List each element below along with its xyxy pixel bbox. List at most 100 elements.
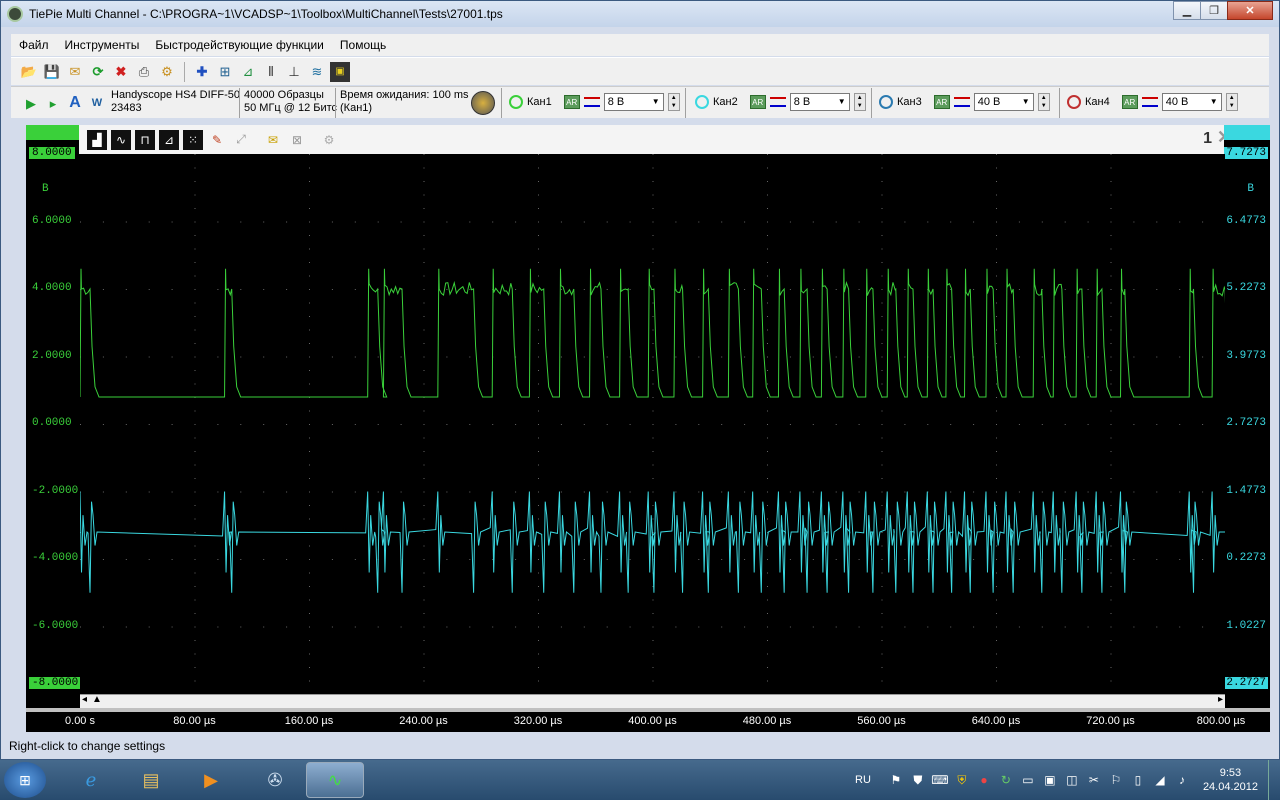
channel-2-axis-band: [1224, 125, 1270, 140]
channel-1-range-select[interactable]: 8 В: [603, 93, 664, 111]
channel-1-group: Кан1 AR 8 В ▲▼: [509, 93, 680, 111]
time-tick-label: 240.00 µs: [399, 715, 448, 727]
menu-tools[interactable]: Инструменты: [57, 38, 148, 52]
tools-icon[interactable]: ✂: [1086, 772, 1102, 788]
shield-icon[interactable]: ⛨: [954, 772, 970, 788]
menu-help[interactable]: Помощь: [332, 38, 394, 52]
start-icon[interactable]: ▶: [21, 93, 41, 113]
channel-2-label: Кан2: [713, 95, 738, 108]
menu-file[interactable]: Файл: [11, 38, 57, 52]
right-y-axis[interactable]: 7.7273 6.4773 5.2273 3.9773 2.7273 1.4773 0.22…: [1217, 125, 1270, 708]
single-shot-icon[interactable]: ▸: [43, 93, 63, 113]
channel-2-range-select[interactable]: 8 В: [789, 93, 850, 111]
channel-4-icon[interactable]: [1067, 95, 1081, 109]
time-axis[interactable]: 0.00 s 80.00 µs 160.00 µs 240.00 µs 320.00 µ…: [26, 712, 1270, 732]
scope-plot[interactable]: [80, 154, 1225, 694]
channel-2-range-spinner[interactable]: ▲ ▼: [853, 93, 866, 111]
step-icon[interactable]: ⊿: [159, 129, 179, 150]
close-icon: ✕: [1245, 5, 1255, 17]
scroll-left-icon[interactable]: ◂: [82, 694, 87, 705]
trigger-settings[interactable]: Время ожидания: 100 ms (Кан1): [340, 89, 469, 115]
signal-icon[interactable]: ◢: [1152, 772, 1168, 788]
start-button[interactable]: ⊞: [4, 762, 46, 798]
scroll-right-icon[interactable]: ▸: [1218, 694, 1223, 705]
waveform-icon[interactable]: ∿: [111, 129, 131, 150]
taskbar-media-button[interactable]: ▶: [182, 762, 240, 798]
monitor-icon[interactable]: ▭: [1020, 772, 1036, 788]
delete-icon[interactable]: ✖: [111, 62, 131, 82]
title-bar[interactable]: TiePie Multi Channel - C:\PROGRA~1\VCADS…: [1, 1, 1279, 27]
channel-1-coupling-icon[interactable]: [583, 97, 600, 107]
security-icon[interactable]: ●: [976, 772, 992, 788]
horizontal-scrollbar[interactable]: ◂ ▲ ▸: [80, 694, 1225, 708]
channel-4-autorange-button[interactable]: AR: [1121, 95, 1138, 109]
channel-4-label: Кан4: [1085, 95, 1110, 108]
channel-2-coupling-icon[interactable]: [769, 97, 786, 107]
grid-icon[interactable]: ⁙: [183, 129, 203, 150]
show-desktop-button[interactable]: [1268, 760, 1280, 800]
channel-2-autorange-button[interactable]: AR: [749, 95, 766, 109]
cross-disabled-icon[interactable]: ⊠: [287, 130, 307, 150]
meter-icon[interactable]: ≋: [307, 62, 327, 82]
window-icon[interactable]: ◫: [1064, 772, 1080, 788]
fft-icon[interactable]: ⊥: [284, 62, 304, 82]
display-icon[interactable]: ▣: [330, 61, 350, 82]
cursor-mode-icon[interactable]: ▟: [87, 129, 107, 150]
instrument-icon[interactable]: W: [87, 93, 107, 113]
taskbar-explorer-button[interactable]: ▤: [122, 762, 180, 798]
save-icon[interactable]: 💾: [42, 62, 62, 82]
flag-icon[interactable]: ⚐: [1108, 772, 1124, 788]
label-icon[interactable]: ✉: [263, 130, 283, 150]
pencil-icon[interactable]: ✎: [207, 130, 227, 150]
taskbar-app-button[interactable]: ✇: [246, 762, 304, 798]
channel-1-autorange-button[interactable]: AR: [563, 95, 580, 109]
sync-icon[interactable]: ↻: [998, 772, 1014, 788]
auto-icon[interactable]: A: [65, 93, 85, 113]
usb-icon[interactable]: ⛊: [910, 772, 926, 788]
trigger-knob-icon[interactable]: [471, 91, 495, 115]
display-icon[interactable]: ▣: [1042, 772, 1058, 788]
taskbar-ie-button[interactable]: ℯ: [62, 762, 120, 798]
refresh-icon[interactable]: ⟳: [88, 62, 108, 82]
volume-icon[interactable]: ♪: [1174, 772, 1190, 788]
channel-1-range-spinner[interactable]: ▲ ▼: [667, 93, 680, 111]
time-tick-label: 480.00 µs: [742, 715, 792, 727]
resize-icon[interactable]: ⤢: [231, 130, 251, 150]
scope-yt-icon[interactable]: ⊞: [215, 62, 235, 82]
maximize-button[interactable]: ❐: [1200, 1, 1228, 20]
channel-3-icon[interactable]: [879, 95, 893, 109]
scope-spectrum-icon[interactable]: ⫴: [261, 62, 281, 82]
acquisition-settings[interactable]: 40000 Образцы 50 МГц @ 12 Битс: [244, 89, 337, 115]
channel-4-range-spinner[interactable]: ▲ ▼: [1225, 93, 1238, 111]
menu-quick-functions[interactable]: Быстродействующие функции: [147, 38, 332, 52]
settings-disabled-icon[interactable]: ⚙: [319, 130, 339, 150]
close-button[interactable]: ✕: [1227, 1, 1273, 20]
restore-icon: ❐: [1209, 5, 1219, 17]
mail-icon[interactable]: ✉: [65, 62, 85, 82]
battery-icon[interactable]: ▯: [1130, 772, 1146, 788]
taskbar-tiepie-button[interactable]: ∿: [306, 762, 364, 798]
scope-xy-icon[interactable]: ⊿: [238, 62, 258, 82]
channel-2-icon[interactable]: [695, 95, 709, 109]
settings-gear-icon[interactable]: ⚙: [157, 62, 177, 82]
trigger-point-icon[interactable]: ▲: [92, 694, 102, 705]
channel-3-coupling-icon[interactable]: [953, 97, 970, 107]
channel-1-icon[interactable]: [509, 95, 523, 109]
app-wheel-icon: ✇: [267, 769, 283, 790]
pulse-icon[interactable]: ⊓: [135, 129, 155, 150]
toolbar-separator: [501, 88, 502, 118]
keyboard-icon[interactable]: ⌨: [931, 772, 948, 788]
channel-4-range-select[interactable]: 40 В: [1161, 93, 1222, 111]
open-icon[interactable]: 📂: [19, 62, 39, 82]
clock[interactable]: 9:53 24.04.2012: [1193, 766, 1268, 794]
network-icon[interactable]: ⚑: [888, 772, 904, 788]
language-indicator[interactable]: RU: [855, 774, 871, 786]
print-icon[interactable]: ⎙: [134, 62, 154, 82]
channel-4-coupling-icon[interactable]: [1141, 97, 1158, 107]
channel-3-autorange-button[interactable]: AR: [933, 95, 950, 109]
add-instrument-icon[interactable]: ✚: [192, 62, 212, 82]
left-y-axis[interactable]: 8.0000 6.0000 4.0000 2.0000 0.0000 -2.0000 -4.…: [26, 125, 82, 708]
minimize-button[interactable]: ▁: [1173, 1, 1201, 20]
channel-3-range-select[interactable]: 40 В: [973, 93, 1034, 111]
channel-3-range-spinner[interactable]: ▲ ▼: [1037, 93, 1050, 111]
